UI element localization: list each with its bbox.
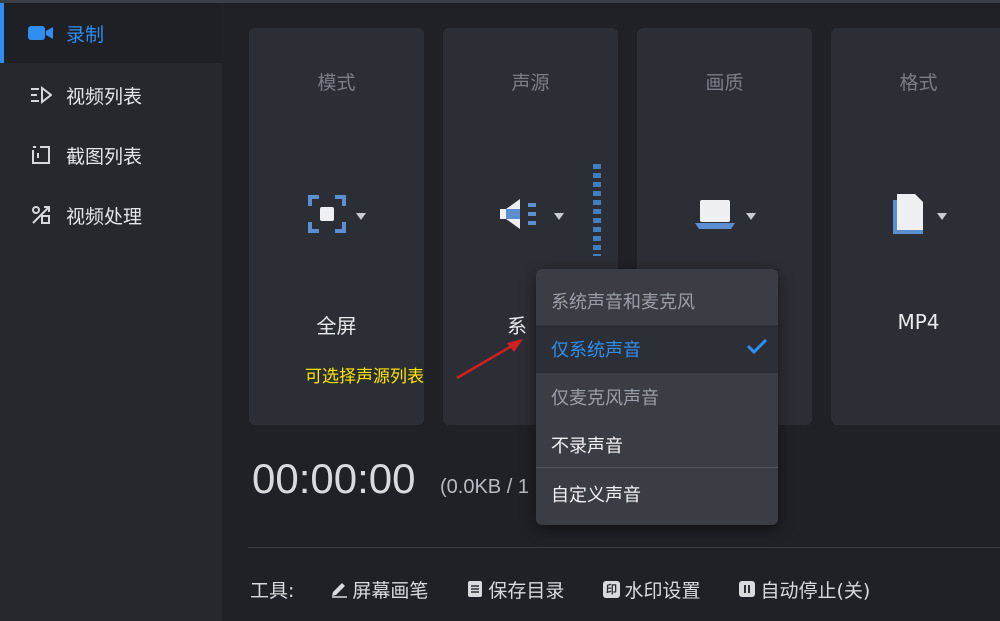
chevron-down-icon bbox=[553, 212, 564, 220]
sidebar-item-record[interactable]: 录制 bbox=[0, 3, 222, 63]
audio-source-card-title: 声源 bbox=[511, 72, 550, 94]
annotation-text: 可选择声源列表 bbox=[305, 367, 424, 387]
file-icon bbox=[891, 192, 927, 240]
screenshot-list-icon bbox=[28, 144, 54, 166]
sidebar-item-video-processing[interactable]: 视频处理 bbox=[0, 185, 222, 245]
chevron-down-icon bbox=[355, 212, 366, 220]
sidebar-item-label: 录制 bbox=[66, 23, 105, 46]
mode-selector[interactable] bbox=[249, 188, 424, 244]
speaker-icon bbox=[498, 197, 544, 235]
sidebar-item-screenshot-list[interactable]: 截图列表 bbox=[0, 125, 222, 185]
watermark-settings-label: 水印设置 bbox=[624, 579, 701, 602]
annotation-arrow-icon bbox=[456, 339, 523, 380]
audio-source-dropdown: 系统声音和麦克风 仅系统声音 仅麦克风声音 不录声音 自定义声音 bbox=[536, 269, 778, 525]
chevron-down-icon bbox=[936, 212, 947, 220]
recording-timer: 00:00:00 bbox=[252, 455, 416, 502]
format-selector[interactable] bbox=[831, 188, 1000, 244]
divider bbox=[248, 547, 1000, 548]
save-directory-label: 保存目录 bbox=[488, 579, 565, 602]
video-list-icon bbox=[28, 84, 54, 106]
dropdown-option-label: 仅系统声音 bbox=[551, 340, 641, 361]
dropdown-option-label: 仅麦克风声音 bbox=[551, 388, 659, 409]
mode-card-title: 模式 bbox=[317, 72, 356, 94]
screen-pen-button[interactable]: 屏幕画笔 bbox=[330, 576, 428, 603]
quality-card-title: 画质 bbox=[705, 72, 744, 94]
audio-source-card-value: 系 bbox=[507, 314, 527, 338]
dropdown-option-system-only[interactable]: 仅系统声音 bbox=[536, 325, 778, 373]
dropdown-option-system-and-mic[interactable]: 系统声音和麦克风 bbox=[536, 277, 778, 325]
screen-pen-label: 屏幕画笔 bbox=[352, 579, 429, 602]
quality-selector[interactable] bbox=[637, 188, 812, 244]
save-directory-button[interactable]: 保存目录 bbox=[466, 576, 564, 603]
video-edit-icon bbox=[28, 204, 54, 226]
dropdown-option-label: 不录声音 bbox=[551, 436, 623, 457]
auto-stop-label: 自动停止(关) bbox=[760, 579, 871, 602]
chevron-down-icon bbox=[745, 212, 756, 220]
watermark-icon: 印 bbox=[602, 580, 620, 598]
folder-doc-icon bbox=[466, 580, 484, 598]
sidebar-item-video-list[interactable]: 视频列表 bbox=[0, 65, 222, 125]
dropdown-option-custom-audio[interactable]: 自定义声音 bbox=[536, 470, 778, 518]
sidebar: 录制 视频列表 截图列表 视频处理 bbox=[0, 3, 222, 621]
sidebar-item-label: 视频列表 bbox=[66, 85, 143, 108]
auto-stop-icon bbox=[738, 580, 756, 598]
dropdown-option-label: 系统声音和麦克风 bbox=[551, 292, 695, 313]
audio-source-selector[interactable] bbox=[443, 188, 618, 244]
checkmark-icon bbox=[746, 338, 768, 355]
laptop-icon bbox=[694, 197, 736, 235]
dropdown-divider bbox=[536, 467, 778, 468]
sidebar-item-label: 视频处理 bbox=[66, 205, 143, 228]
dropdown-option-label: 自定义声音 bbox=[551, 485, 641, 506]
dropdown-option-mic-only[interactable]: 仅麦克风声音 bbox=[536, 373, 778, 421]
format-card-title: 格式 bbox=[899, 72, 938, 94]
sidebar-item-label: 截图列表 bbox=[66, 145, 143, 168]
video-camera-icon bbox=[28, 22, 54, 44]
format-card[interactable]: 格式 MP4 bbox=[831, 28, 1000, 425]
tools-label: 工具: bbox=[250, 579, 295, 602]
volume-level-meter bbox=[593, 164, 601, 256]
format-card-value: MP4 bbox=[897, 310, 940, 334]
watermark-settings-button[interactable]: 印 水印设置 bbox=[602, 576, 700, 603]
mode-card-value: 全屏 bbox=[316, 314, 357, 338]
recording-file-size: (0.0KB / 1 bbox=[440, 476, 529, 498]
auto-stop-button[interactable]: 自动停止(关) bbox=[738, 576, 870, 603]
pen-icon bbox=[330, 580, 348, 598]
fullscreen-icon bbox=[307, 195, 346, 237]
tools-bar: 工具: 屏幕画笔 保存目录 印 水印设置 自动停止(关) bbox=[250, 574, 908, 604]
dropdown-option-no-audio[interactable]: 不录声音 bbox=[536, 421, 778, 469]
